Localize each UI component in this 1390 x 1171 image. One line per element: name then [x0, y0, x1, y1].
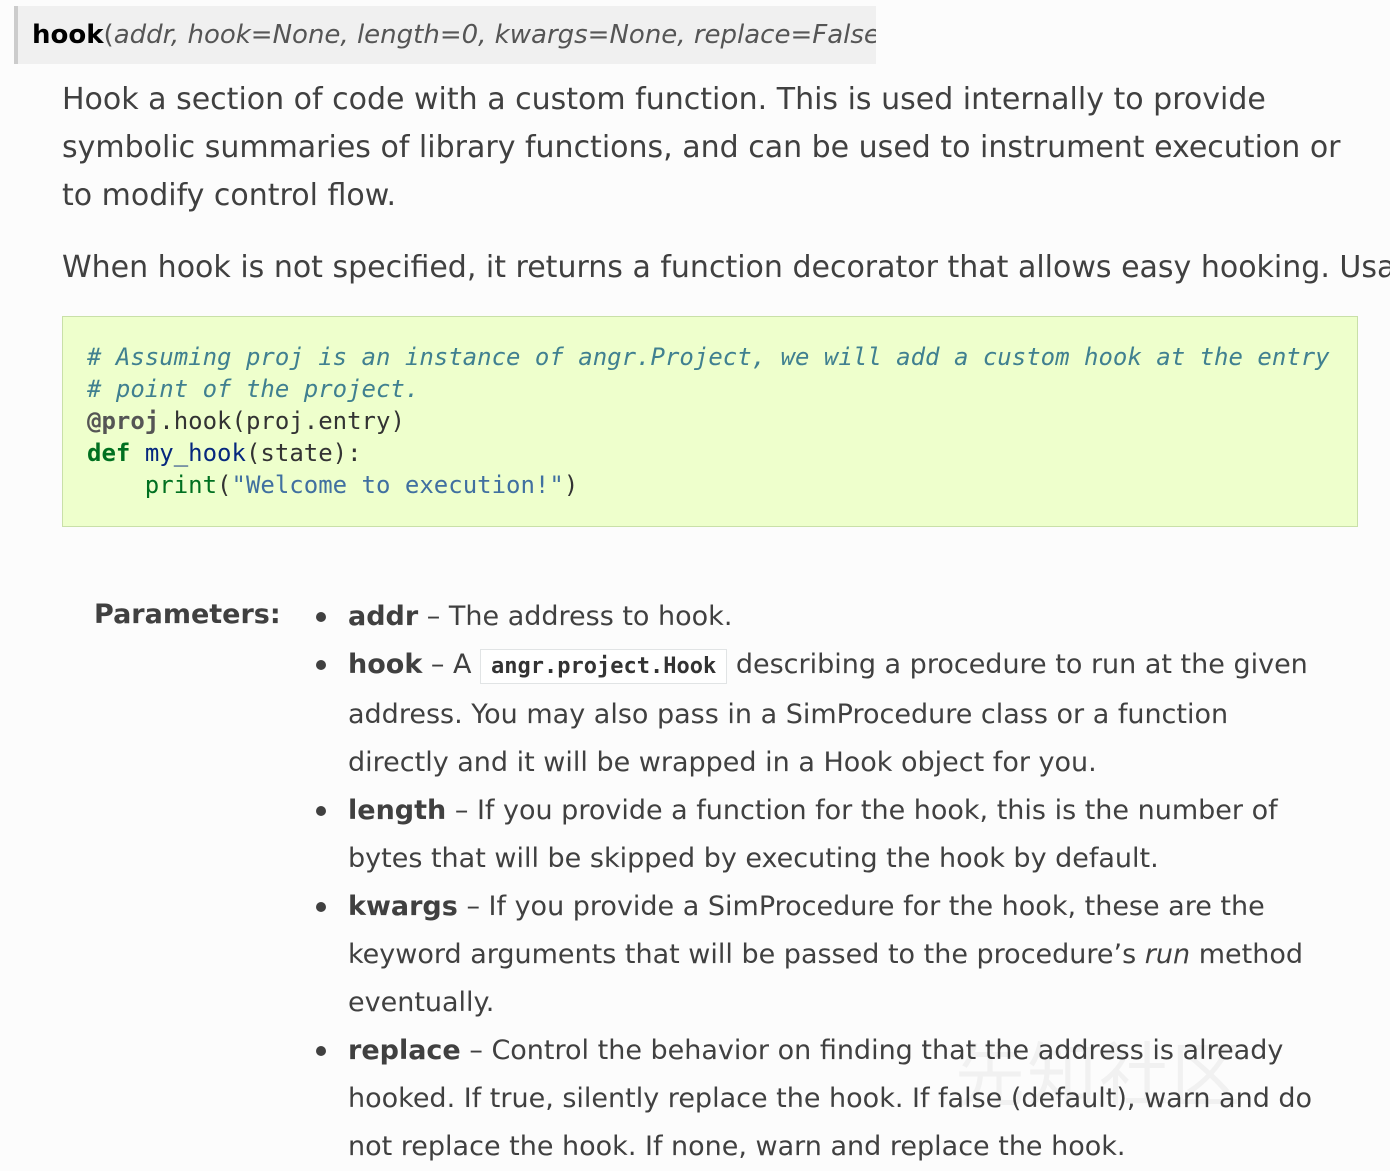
- code-string: "Welcome to execution!": [231, 471, 564, 499]
- param-description-prefix: A: [452, 649, 472, 680]
- function-name: hook: [32, 20, 104, 50]
- param-dash: –: [426, 601, 441, 632]
- usage-paragraph: When hook is not specified, it returns a…: [62, 250, 1390, 285]
- param-item-kwargs: kwargs – If you provide a SimProcedure f…: [316, 883, 1333, 1027]
- signature-open-paren: (: [103, 20, 114, 50]
- param-item-addr: addr – The address to hook.: [316, 593, 1333, 641]
- param-description-prefix: If you provide a SimProcedure for the ho…: [348, 891, 1265, 970]
- code-line-2: # point of the project.: [87, 373, 1357, 405]
- code-function-name: my_hook: [144, 439, 246, 467]
- code-example-block: # Assuming proj is an instance of angr.P…: [62, 316, 1358, 527]
- code-print-open: (: [217, 471, 232, 499]
- param-description: If you provide a function for the hook, …: [348, 795, 1278, 874]
- description-paragraph: Hook a section of code with a custom fun…: [62, 82, 1341, 213]
- code-line-5: print("Welcome to execution!"): [87, 469, 1357, 501]
- watermark-logo: 先知社区: [955, 1020, 1243, 1121]
- parameters-label: Parameters:: [94, 599, 281, 630]
- code-line-3: @proj.hook(proj.entry): [87, 405, 1357, 437]
- inline-code-hook-class: angr.project.Hook: [480, 649, 728, 684]
- param-dash: –: [430, 649, 445, 680]
- code-decorator: @proj: [87, 407, 160, 435]
- param-dash: –: [454, 795, 469, 826]
- param-name: hook: [348, 649, 423, 680]
- param-name: replace: [348, 1035, 461, 1066]
- signature-params: addr, hook=None, length=0, kwargs=None, …: [113, 20, 876, 50]
- param-dash: –: [469, 1035, 483, 1066]
- code-builtin-print: print: [144, 471, 218, 499]
- param-description: The address to hook.: [448, 601, 733, 632]
- param-item-length: length – If you provide a function for t…: [316, 787, 1333, 883]
- code-line-1: # Assuming proj is an instance of angr.P…: [87, 341, 1357, 373]
- function-signature: hook(addr, hook=None, length=0, kwargs=N…: [14, 6, 876, 64]
- code-comment: # Assuming proj is an instance of angr.P…: [87, 343, 1330, 371]
- code-line-4: def my_hook(state):: [87, 437, 1357, 469]
- code-keyword-def: def: [87, 439, 131, 467]
- code-comment: # point of the project.: [87, 375, 420, 403]
- param-dash: –: [466, 891, 480, 922]
- code-print-close: ): [563, 471, 579, 499]
- param-emphasis-run: run: [1144, 939, 1191, 970]
- param-name: kwargs: [348, 891, 458, 922]
- param-name: length: [348, 795, 447, 826]
- param-name: addr: [348, 601, 419, 632]
- param-item-hook: hook – A angr.project.Hook describing a …: [316, 641, 1333, 787]
- code-def-args: (state):: [245, 439, 362, 467]
- code-decorator-call: .hook(proj.entry): [159, 407, 405, 435]
